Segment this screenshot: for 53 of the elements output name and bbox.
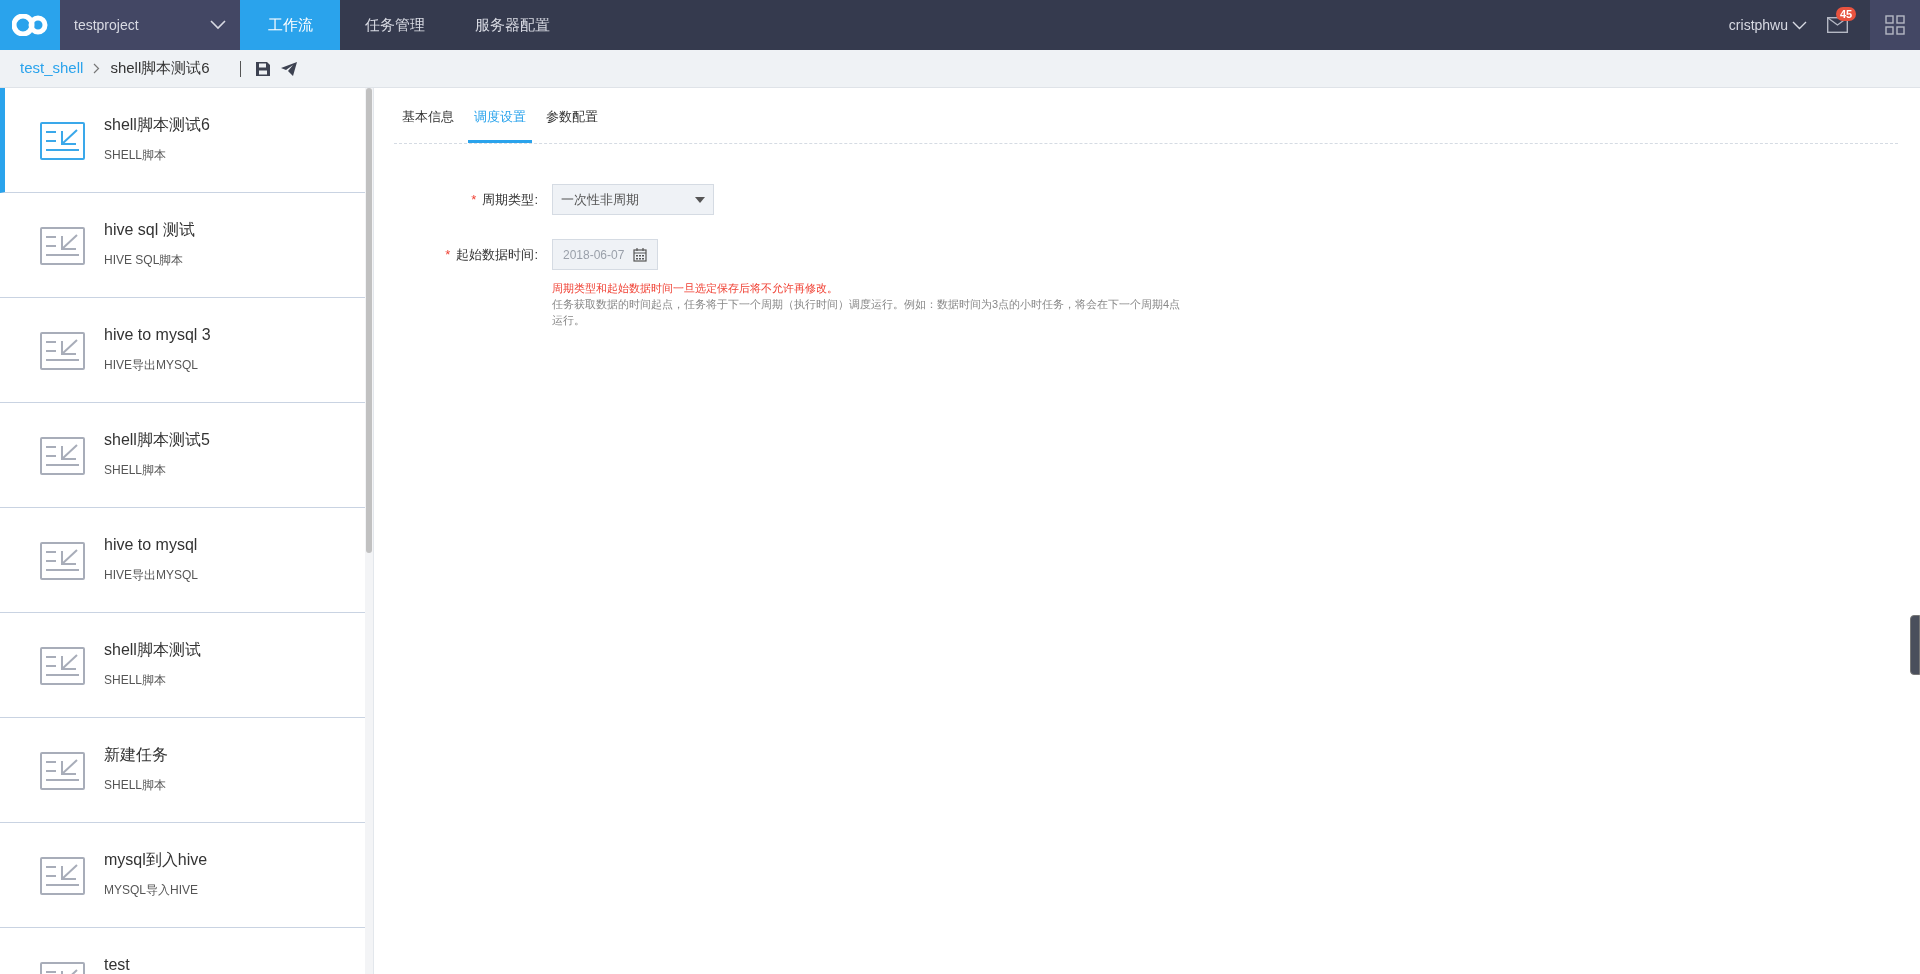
task-title: shell脚本测试6 bbox=[104, 115, 210, 135]
task-type: SHELL脚本 bbox=[104, 672, 168, 689]
chart-icon bbox=[40, 437, 85, 475]
task-title: shell脚本测试5 bbox=[104, 430, 210, 450]
chart-icon bbox=[40, 122, 85, 160]
task-type: HIVE导出MYSQL bbox=[104, 567, 199, 584]
field-label: 起始数据时间: bbox=[456, 245, 538, 264]
task-title: hive sql 测试 bbox=[104, 220, 195, 240]
project-selector[interactable]: testproject bbox=[60, 0, 240, 50]
chevron-icon bbox=[210, 20, 226, 30]
warning-text: 周期类型和起始数据时间一旦选定保存后将不允许再修改。 bbox=[552, 281, 839, 296]
chart-icon bbox=[40, 332, 85, 370]
mail-icon[interactable] bbox=[1827, 17, 1848, 33]
task-title: hive to mysql 3 bbox=[104, 325, 211, 345]
help-text: 任务获取数据的时间起点，任务将于下一个周期（执行时间）调度运行。例如：数据时间为3点的小时任务，将会在下一个周期4点运行。 bbox=[552, 297, 1182, 328]
task-type: SHELL脚本 bbox=[104, 462, 168, 479]
nav-tab[interactable]: 任务管理 bbox=[340, 0, 450, 50]
tab[interactable]: 基本信息 bbox=[396, 106, 460, 143]
chart-icon bbox=[40, 752, 85, 790]
task-type: HIVE SQL脚本 bbox=[104, 252, 185, 269]
apps-button[interactable] bbox=[1870, 0, 1920, 50]
save-icon[interactable] bbox=[254, 60, 271, 77]
chart-icon bbox=[40, 227, 85, 265]
tab[interactable]: 参数配置 bbox=[540, 106, 604, 143]
chart-icon bbox=[40, 647, 85, 685]
nav-tab[interactable]: 服务器配置 bbox=[450, 0, 575, 50]
chevron-right-icon bbox=[93, 63, 101, 74]
dropdown-arrow-icon bbox=[695, 196, 705, 203]
logo bbox=[0, 0, 60, 50]
chart-icon bbox=[40, 542, 85, 580]
task-title: 新建任务 bbox=[104, 745, 168, 765]
task-title: mysql到入hive bbox=[104, 850, 208, 870]
unread-badge: 45 bbox=[1836, 7, 1857, 21]
scrollbar-thumb[interactable] bbox=[366, 88, 372, 553]
task-title: shell脚本测试 bbox=[104, 640, 201, 660]
task-title: test bbox=[104, 955, 130, 974]
field-label: 周期类型: bbox=[482, 190, 538, 209]
task-type: SHELL脚本 bbox=[104, 147, 168, 164]
task-title: hive to mysql bbox=[104, 535, 199, 555]
send-icon[interactable] bbox=[280, 61, 297, 76]
task-type: MYSQL导入HIVE bbox=[104, 882, 200, 899]
user-menu[interactable]: cristphwu bbox=[1728, 0, 1807, 50]
period-select[interactable]: 一次性非周期 bbox=[552, 184, 714, 215]
required-mark: * bbox=[445, 245, 451, 264]
chart-icon bbox=[40, 857, 85, 895]
chevron-icon bbox=[1792, 20, 1807, 30]
meter-widget bbox=[1910, 615, 1920, 675]
required-mark: * bbox=[471, 190, 477, 209]
calendar-icon bbox=[633, 247, 647, 262]
task-type: HIVE导出MYSQL bbox=[104, 357, 200, 374]
breadcrumb-current: shell脚本测试6 bbox=[110, 58, 210, 79]
grid-icon bbox=[1885, 15, 1905, 35]
task-type: SHELL脚本 bbox=[104, 777, 168, 794]
